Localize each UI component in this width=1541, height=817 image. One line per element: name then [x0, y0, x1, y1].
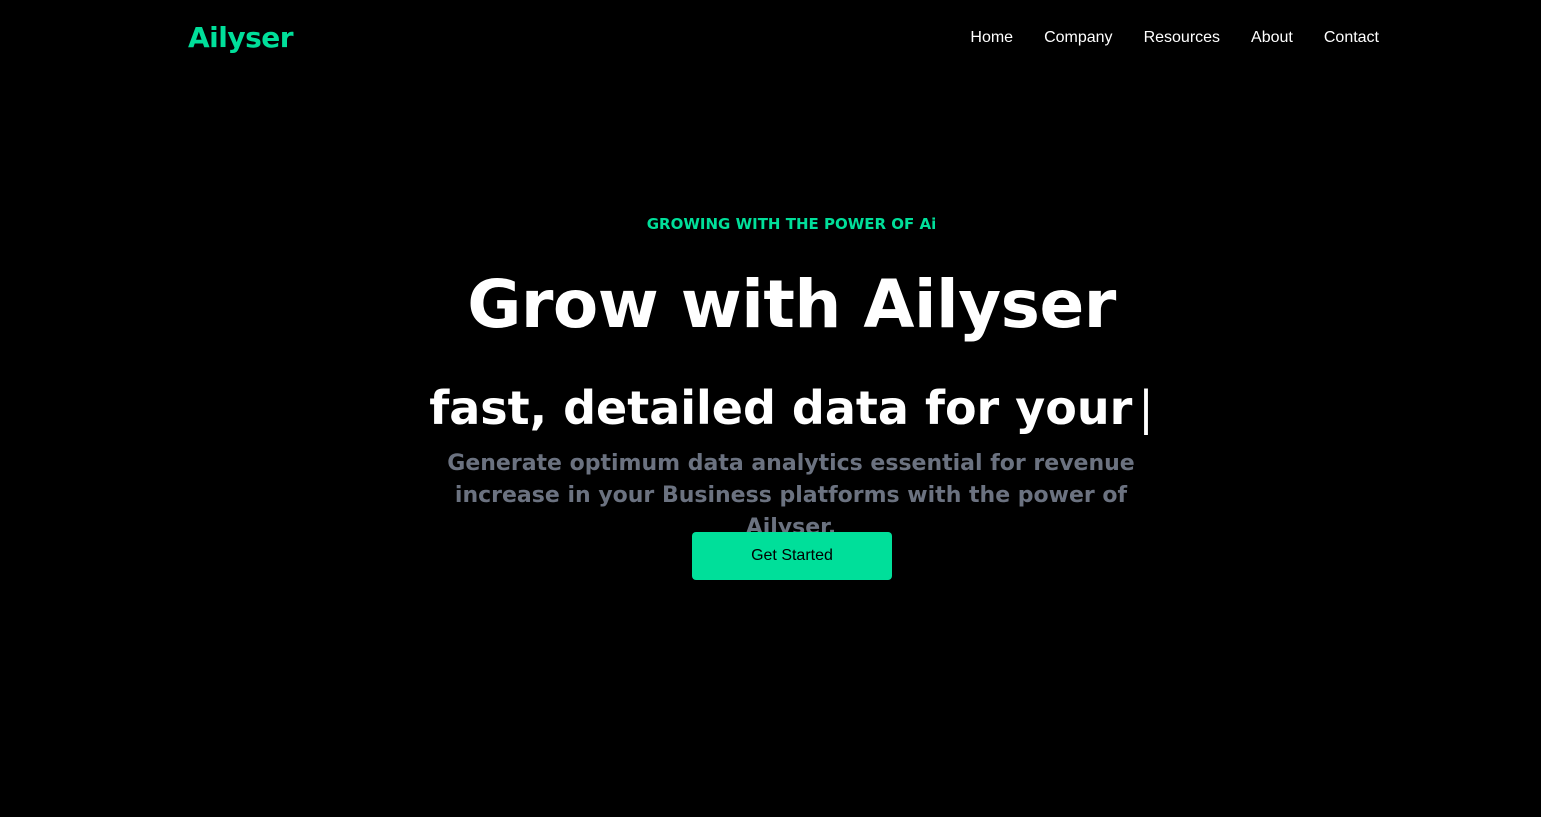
hero-typed-line: fast, detailed data for your |	[0, 381, 1541, 435]
nav-item-about[interactable]: About	[1251, 29, 1293, 47]
typed-prefix: fast, detailed data for your	[429, 381, 1133, 435]
top-navbar: Ailyser Home Company Resources About Con…	[0, 0, 1541, 78]
get-started-button[interactable]: Get Started	[692, 532, 892, 580]
landing-page: Ailyser Home Company Resources About Con…	[0, 0, 1541, 817]
nav-item-home[interactable]: Home	[970, 29, 1013, 47]
nav-item-company[interactable]: Company	[1044, 29, 1112, 47]
hero-eyebrow: GROWING WITH THE POWER OF Ai	[646, 215, 937, 233]
nav-menu: Home Company Resources About Contact	[970, 29, 1379, 47]
hero-headline: Grow with Ailyser	[467, 266, 1116, 343]
typed-cursor: |	[1138, 381, 1154, 435]
nav-item-resources[interactable]: Resources	[1144, 29, 1220, 47]
brand-logo[interactable]: Ailyser	[188, 21, 294, 54]
hero-subtext: Generate optimum data analytics essentia…	[447, 451, 1135, 540]
nav-item-contact[interactable]: Contact	[1324, 29, 1379, 47]
